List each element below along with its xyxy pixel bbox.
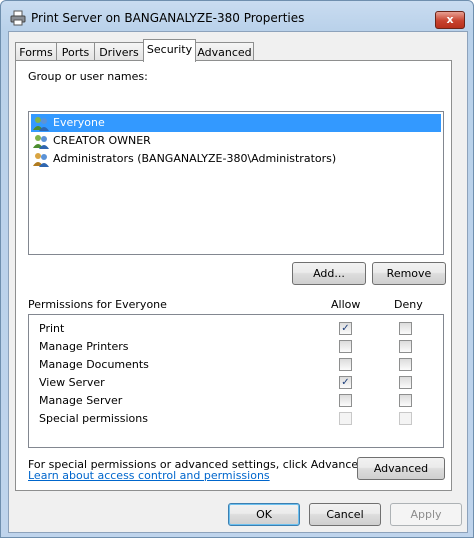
permission-row-manage-documents: Manage Documents [39, 356, 439, 374]
tab-drivers[interactable]: Drivers [94, 42, 144, 62]
manage-server-deny-checkbox[interactable] [399, 394, 412, 407]
tab-label: Security [146, 43, 193, 56]
manage-server-allow-checkbox[interactable] [339, 394, 352, 407]
users-group-icon [33, 153, 49, 167]
permission-name: Manage Printers [39, 340, 129, 353]
permissions-label: Permissions for Everyone [28, 298, 167, 311]
tab-label: Forms [19, 46, 53, 59]
user-name: CREATOR OWNER [53, 134, 151, 147]
permission-row-special: Special permissions [39, 410, 439, 428]
permission-name: Manage Server [39, 394, 123, 407]
view-server-deny-checkbox[interactable] [399, 376, 412, 389]
permissions-list: Print ✓ Manage Printers Manage Documents… [28, 314, 444, 448]
users-group-icon [33, 135, 49, 149]
user-name: Everyone [53, 116, 105, 129]
print-deny-checkbox[interactable] [399, 322, 412, 335]
remove-button[interactable]: Remove [372, 262, 446, 285]
tab-ports[interactable]: Ports [56, 42, 95, 62]
dialog-body: Forms Ports Drivers Security Advanced Gr… [8, 31, 468, 533]
deny-header: Deny [394, 298, 423, 311]
special-deny-checkbox [399, 412, 412, 425]
permission-name: Manage Documents [39, 358, 149, 371]
list-item-everyone[interactable]: Everyone [31, 114, 441, 132]
title-bar[interactable]: Print Server on BANGANALYZE-380 Properti… [1, 1, 473, 35]
group-label: Group or user names: [28, 70, 148, 83]
user-list[interactable]: Everyone CREATOR OWNER Administrators (B… [28, 111, 444, 255]
permission-name: Special permissions [39, 412, 148, 425]
list-item-administrators[interactable]: Administrators (BANGANALYZE-380\Administ… [31, 150, 441, 168]
tab-forms[interactable]: Forms [15, 42, 57, 62]
tab-label: Advanced [197, 46, 252, 59]
print-allow-checkbox[interactable]: ✓ [339, 322, 352, 335]
window-title: Print Server on BANGANALYZE-380 Properti… [31, 11, 305, 25]
ok-button[interactable]: OK [228, 503, 300, 526]
special-allow-checkbox [339, 412, 352, 425]
close-icon: x [446, 13, 454, 26]
advanced-button[interactable]: Advanced [357, 457, 445, 480]
list-item-creator-owner[interactable]: CREATOR OWNER [31, 132, 441, 150]
view-server-allow-checkbox[interactable]: ✓ [339, 376, 352, 389]
apply-button: Apply [390, 503, 462, 526]
manage-documents-deny-checkbox[interactable] [399, 358, 412, 371]
properties-dialog: Print Server on BANGANALYZE-380 Properti… [0, 0, 474, 538]
permission-name: View Server [39, 376, 105, 389]
tab-advanced[interactable]: Advanced [195, 42, 254, 62]
manage-documents-allow-checkbox[interactable] [339, 358, 352, 371]
users-group-icon [33, 117, 49, 131]
user-name: Administrators (BANGANALYZE-380\Administ… [53, 152, 337, 165]
cancel-button[interactable]: Cancel [309, 503, 381, 526]
permission-row-view-server: View Server ✓ [39, 374, 439, 392]
permission-row-manage-printers: Manage Printers [39, 338, 439, 356]
tab-label: Ports [61, 46, 90, 59]
security-panel: Group or user names: Everyone CREATOR OW… [15, 60, 452, 491]
permission-row-print: Print ✓ [39, 320, 439, 338]
permission-name: Print [39, 322, 65, 335]
manage-printers-deny-checkbox[interactable] [399, 340, 412, 353]
allow-header: Allow [331, 298, 361, 311]
learn-more-link[interactable]: Learn about access control and permissio… [28, 469, 270, 482]
permission-row-manage-server: Manage Server [39, 392, 439, 410]
add-button[interactable]: Add... [292, 262, 366, 285]
printer-icon [10, 10, 26, 26]
manage-printers-allow-checkbox[interactable] [339, 340, 352, 353]
tab-label: Drivers [99, 46, 139, 59]
tab-security[interactable]: Security [143, 39, 196, 62]
close-button[interactable]: x [435, 11, 465, 29]
